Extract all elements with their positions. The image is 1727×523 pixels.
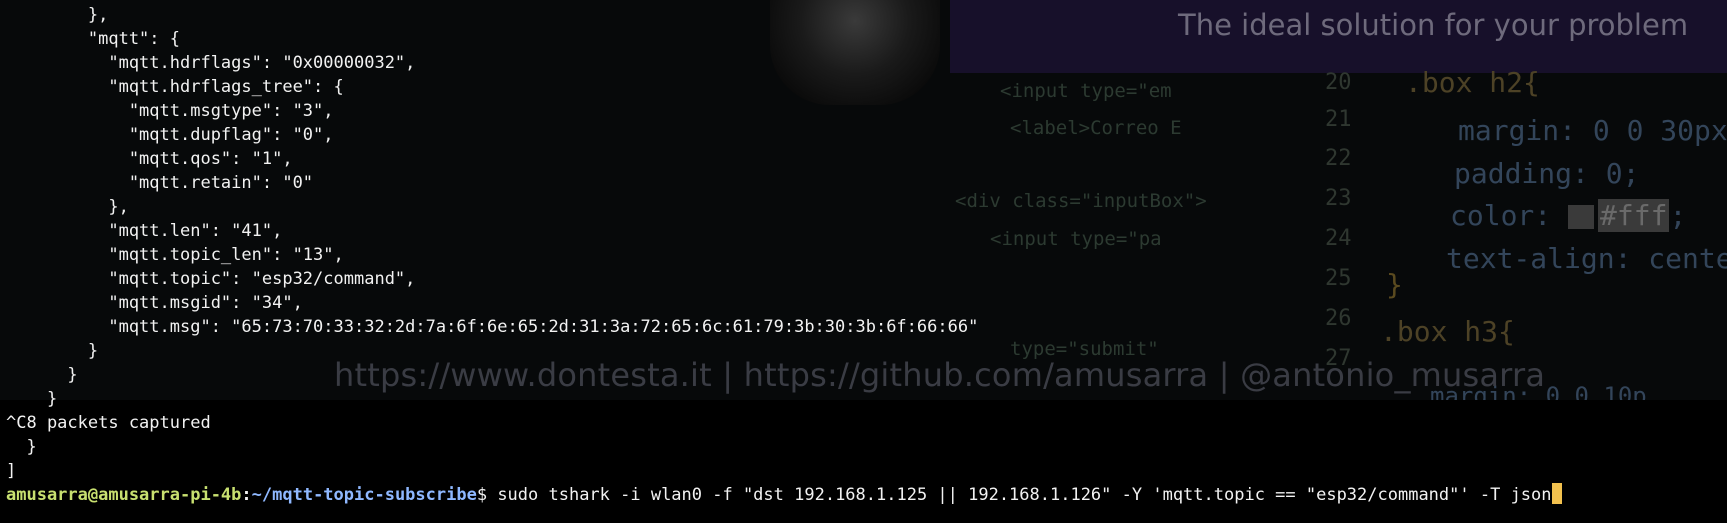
terminal-output-line: } — [6, 437, 37, 457]
terminal-output-line: "mqtt.msg": "65:73:70:33:32:2d:7a:6f:6e:… — [6, 317, 979, 337]
terminal-status-line: ^C8 packets captured — [6, 413, 211, 433]
terminal-output-line: }, — [6, 197, 129, 217]
terminal-output-line: "mqtt.len": "41", — [6, 221, 283, 241]
terminal-output-line: "mqtt.topic_len": "13", — [6, 245, 344, 265]
command-input[interactable]: sudo tshark -i wlan0 -f "dst 192.168.1.1… — [497, 485, 1551, 505]
prompt-user-host: amusarra@amusarra-pi-4b — [6, 485, 242, 505]
terminal-output-line: "mqtt.hdrflags_tree": { — [6, 77, 344, 97]
terminal-output-line: "mqtt.qos": "1", — [6, 149, 293, 169]
prompt-colon: : — [241, 485, 252, 505]
terminal-output-line: } — [6, 389, 58, 409]
terminal-output-line: "mqtt.msgtype": "3", — [6, 101, 334, 121]
terminal-output-line: "mqtt.hdrflags": "0x00000032", — [6, 53, 416, 73]
text-cursor — [1551, 483, 1562, 504]
terminal-window[interactable]: }, "mqtt": { "mqtt.hdrflags": "0x0000003… — [0, 0, 1727, 523]
prompt-dollar: $ — [476, 485, 498, 505]
terminal-output-line: ] — [6, 461, 17, 481]
terminal-output-line: "mqtt.dupflag": "0", — [6, 125, 334, 145]
terminal-output-line: "mqtt": { — [6, 29, 180, 49]
terminal-output-line: } — [6, 341, 99, 361]
terminal-output-line: "mqtt.topic": "esp32/command", — [6, 269, 416, 289]
terminal-output-line: "mqtt.msgid": "34", — [6, 293, 303, 313]
terminal-output-line: } — [6, 365, 78, 385]
prompt-path: ~/mqtt-topic-subscribe — [251, 485, 477, 505]
terminal-output-line: }, — [6, 5, 109, 25]
shell-prompt[interactable]: amusarra@amusarra-pi-4b:~/mqtt-topic-sub… — [6, 483, 1562, 507]
terminal-output-line: "mqtt.retain": "0" — [6, 173, 314, 193]
